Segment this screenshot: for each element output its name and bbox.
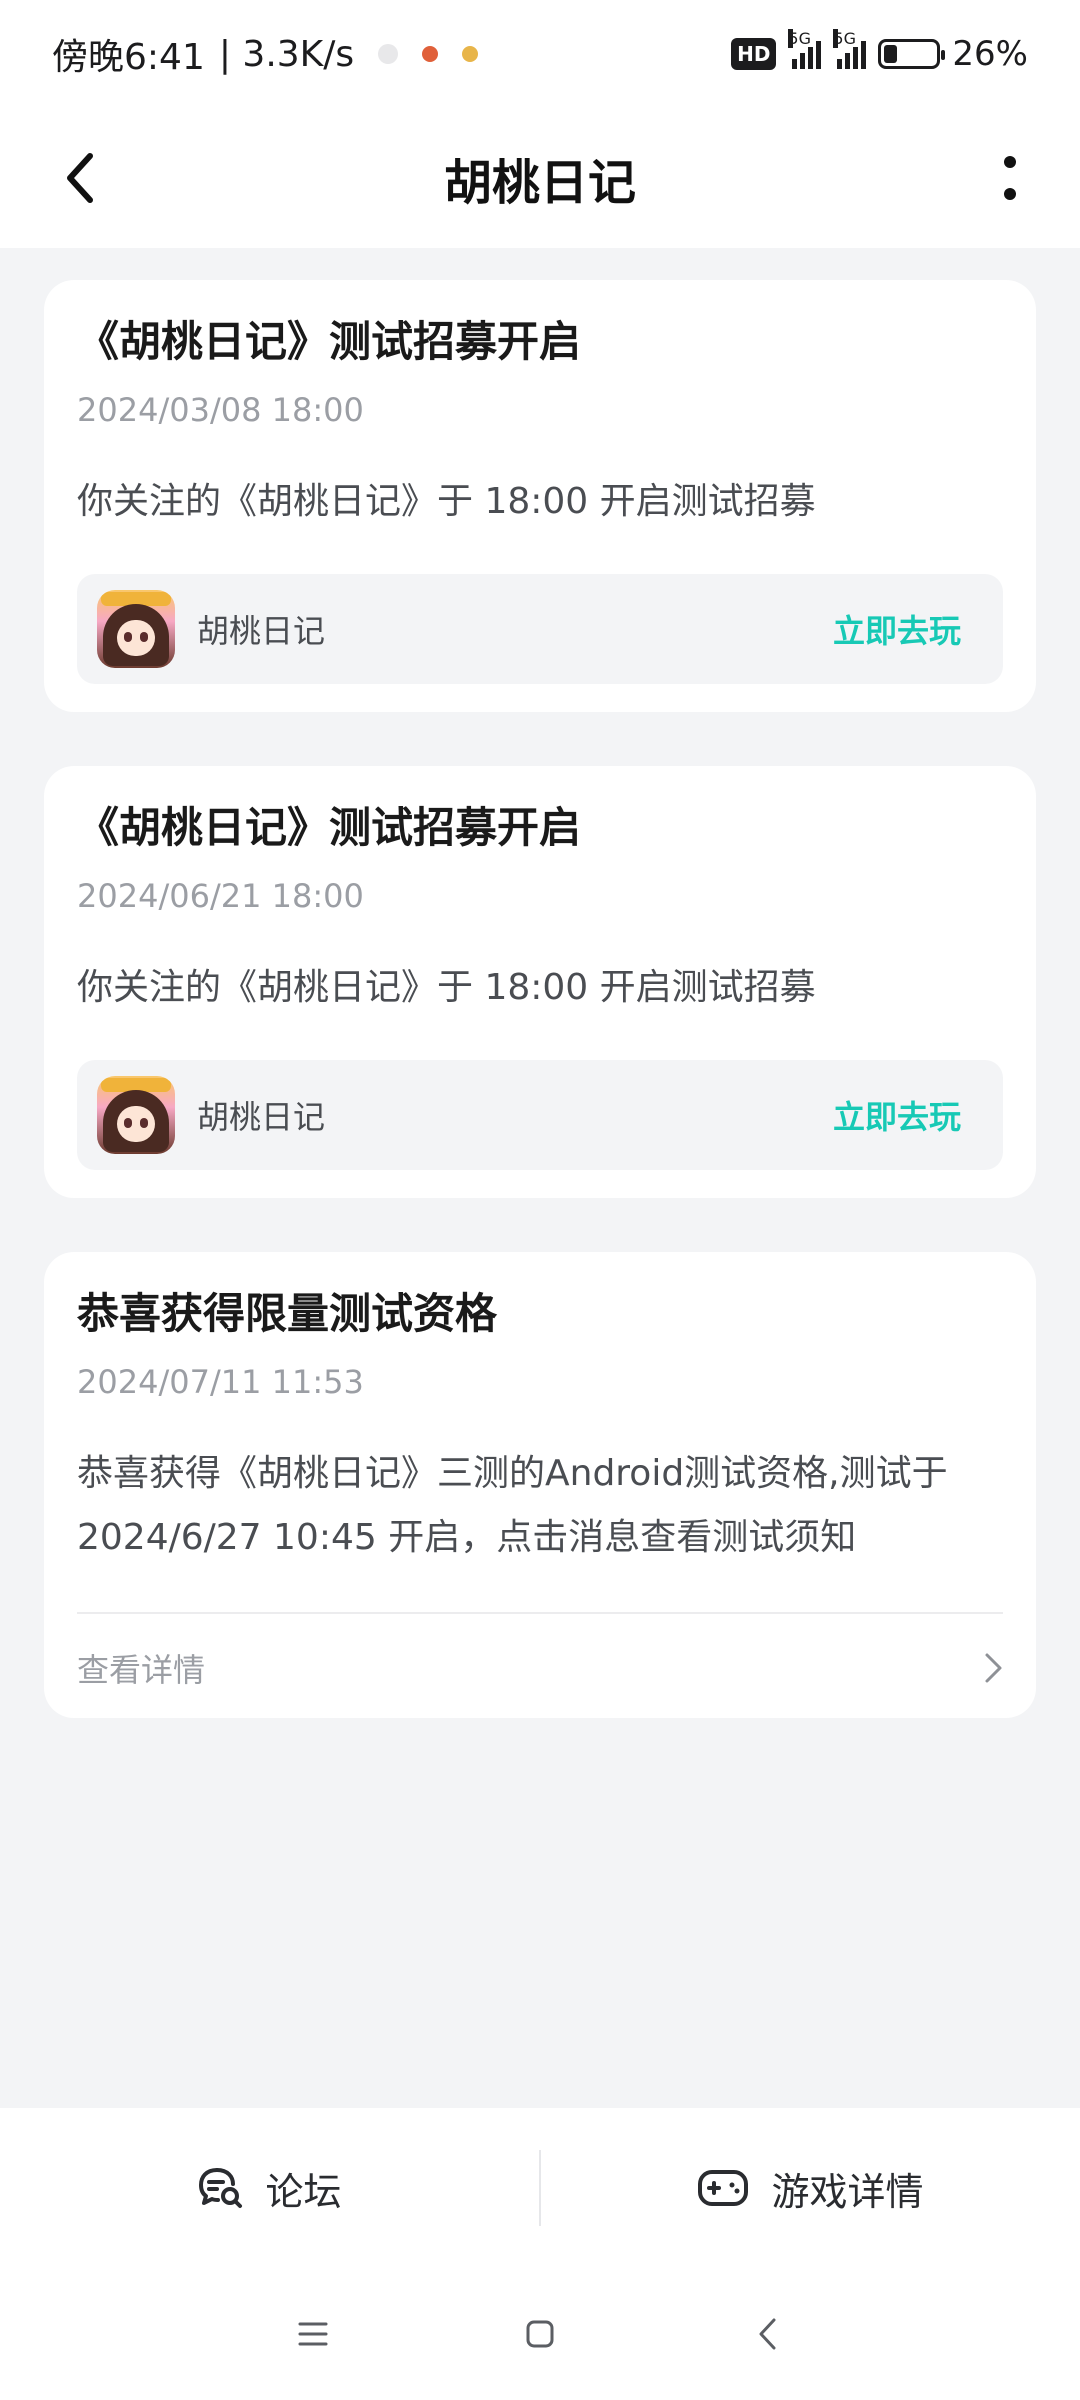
chevron-left-icon	[67, 153, 93, 203]
forum-label: 论坛	[265, 2169, 342, 2214]
status-right: HD 5G 5G 26%	[731, 29, 1028, 74]
notification-card[interactable]: 《胡桃日记》测试招募开启 2024/03/08 18:00 你关注的《胡桃日记》…	[44, 280, 1036, 712]
network-type: 5G	[788, 29, 811, 48]
back-button[interactable]	[50, 148, 110, 208]
signal-icon: 5G	[833, 29, 867, 69]
notification-body: 你关注的《胡桃日记》于 18:00 开启测试招募	[77, 481, 816, 522]
page-title: 胡桃日记	[443, 155, 636, 211]
app-notification-icon	[422, 46, 439, 62]
back-triangle-icon	[759, 2318, 776, 2350]
home-square-icon	[526, 2320, 554, 2348]
view-details-label: 查看详情	[77, 1651, 206, 1689]
battery-icon	[878, 39, 946, 69]
app-notification-icon	[462, 46, 479, 62]
chevron-right-icon	[985, 1653, 1002, 1683]
game-details-label: 游戏详情	[771, 2169, 924, 2214]
status-left: 傍晚6:41 | 3.3K/s	[52, 28, 479, 80]
notification-card[interactable]: 《胡桃日记》测试招募开启 2024/06/21 18:00 你关注的《胡桃日记》…	[44, 766, 1036, 1198]
more-options-button[interactable]	[980, 148, 1040, 208]
gamepad-icon	[698, 2170, 749, 2206]
menu-icon	[298, 2322, 328, 2346]
notification-body: 你关注的《胡桃日记》于 18:00 开启测试招募	[77, 967, 816, 1008]
notification-time: 2024/06/21 18:00	[77, 877, 364, 915]
notification-time: 2024/03/08 18:00	[77, 391, 364, 429]
forum-chat-search-icon	[199, 2168, 243, 2208]
battery-level	[884, 45, 898, 63]
game-name: 胡桃日记	[197, 612, 326, 650]
game-app-icon	[97, 590, 175, 668]
play-now-button[interactable]: 立即去玩	[833, 1092, 961, 1138]
status-speed: | 3.3K/s	[218, 33, 355, 75]
game-name: 胡桃日记	[197, 1098, 326, 1136]
network-type: 5G	[833, 29, 856, 48]
notification-title: 《胡桃日记》测试招募开启	[77, 317, 582, 366]
status-time: 傍晚6:41	[52, 37, 205, 78]
notification-icon	[378, 44, 399, 64]
notification-title: 《胡桃日记》测试招募开启	[77, 803, 582, 852]
bottom-action-bar: 论坛 游戏详情	[0, 2108, 1080, 2268]
nav-menu-button[interactable]	[273, 2294, 353, 2374]
notification-time: 2024/07/11 11:53	[77, 1363, 364, 1401]
play-now-button[interactable]: 立即去玩	[833, 606, 961, 652]
signal-icon: 5G	[788, 29, 822, 69]
battery-percent: 26%	[952, 34, 1028, 74]
app-header: 胡桃日记	[0, 108, 1080, 248]
nav-back-button[interactable]	[727, 2294, 807, 2374]
system-nav-bar	[0, 2268, 1080, 2400]
more-vertical-icon	[1004, 156, 1016, 200]
notification-card[interactable]: 恭喜获得限量测试资格 2024/07/11 11:53 恭喜获得《胡桃日记》三测…	[44, 1252, 1036, 1718]
forum-button[interactable]: 论坛	[0, 2108, 539, 2268]
game-row[interactable]: 胡桃日记 立即去玩	[77, 1060, 1003, 1170]
hd-icon: HD	[731, 38, 777, 70]
nav-home-button[interactable]	[500, 2294, 580, 2374]
notification-title: 恭喜获得限量测试资格	[77, 1289, 498, 1338]
game-details-button[interactable]: 游戏详情	[541, 2108, 1080, 2268]
game-row[interactable]: 胡桃日记 立即去玩	[77, 574, 1003, 684]
notification-body: 恭喜获得《胡桃日记》三测的Android测试资格,测试于 2024/6/27 1…	[77, 1453, 948, 1558]
view-details-row[interactable]: 查看详情	[77, 1614, 1003, 1722]
status-bar: 傍晚6:41 | 3.3K/s HD 5G 5G 26%	[0, 0, 1080, 108]
game-app-icon	[97, 1076, 175, 1154]
